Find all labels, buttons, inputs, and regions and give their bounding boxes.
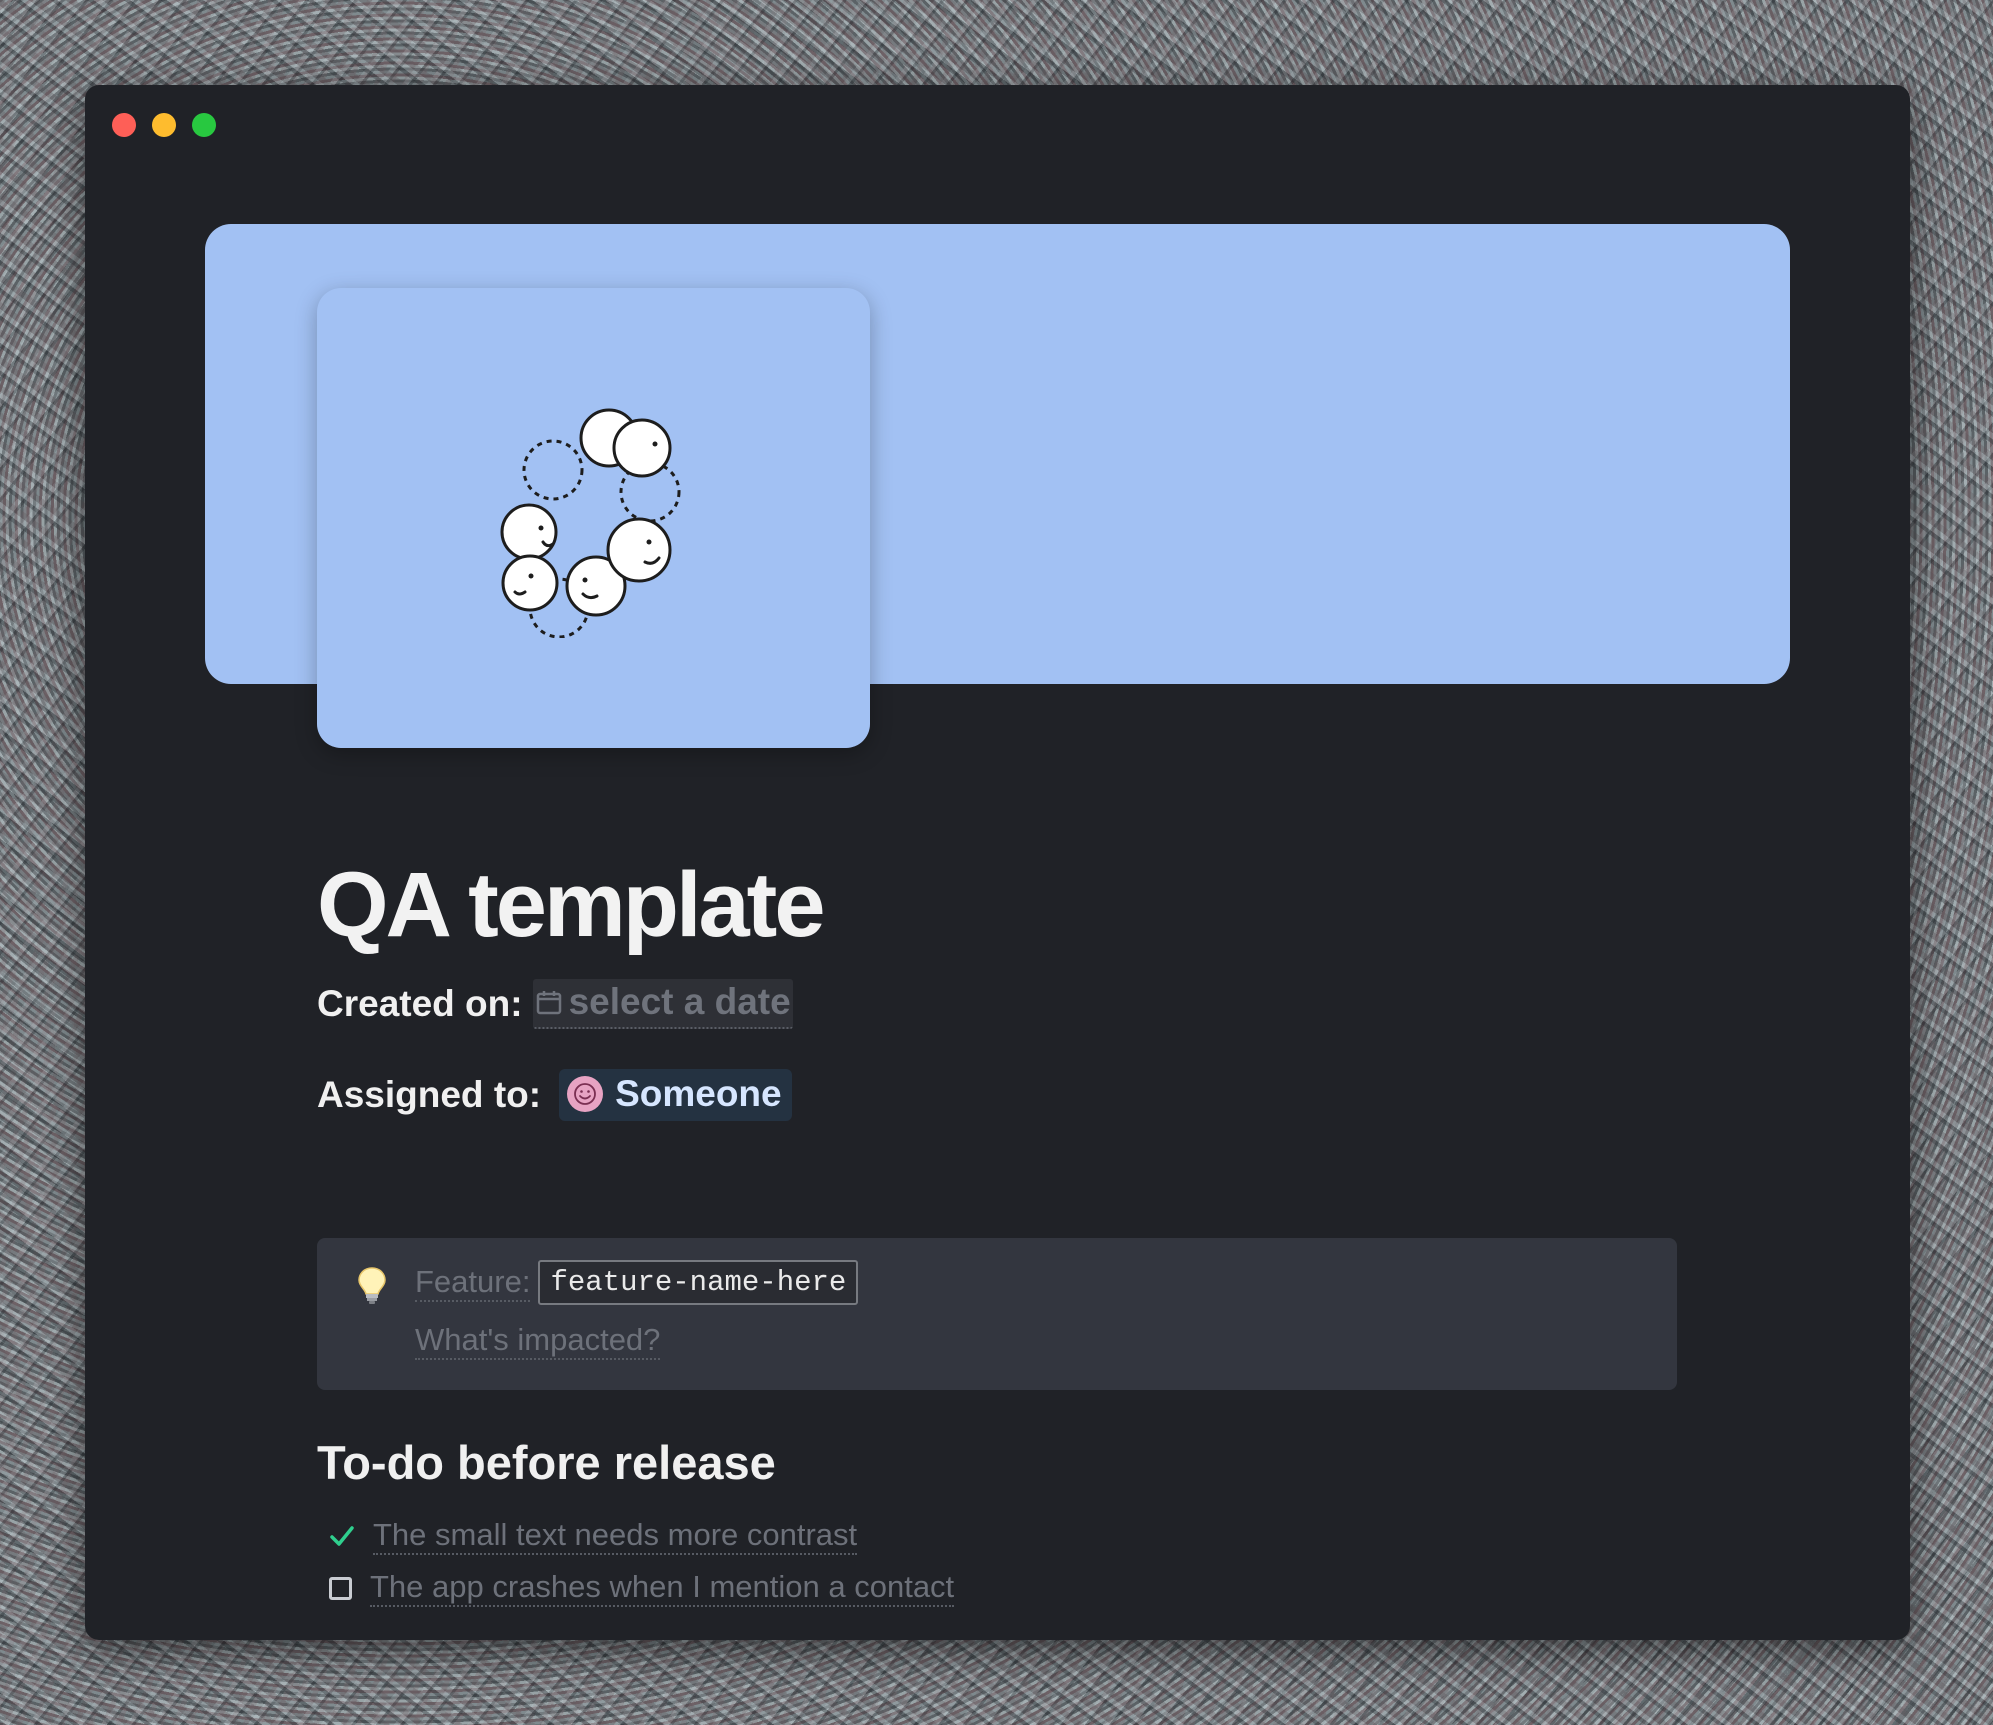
minimize-window-button[interactable]: [152, 113, 176, 137]
feature-label[interactable]: Feature:: [415, 1264, 531, 1302]
checkmark-icon[interactable]: [329, 1523, 355, 1549]
date-picker-placeholder: select a date: [568, 981, 791, 1022]
assignee-mention[interactable]: Someone: [559, 1069, 792, 1121]
app-window: QA template Created on: select a date As…: [85, 85, 1910, 1640]
created-on-label: Created on:: [317, 983, 523, 1024]
todo-item: The small text needs more contrast: [329, 1517, 858, 1555]
page-icon[interactable]: [317, 288, 870, 748]
page-title[interactable]: QA template: [317, 845, 1682, 965]
impacted-placeholder[interactable]: What's impacted?: [415, 1322, 661, 1360]
feature-name-code[interactable]: feature-name-here: [538, 1260, 859, 1305]
assignee-name: Someone: [615, 1073, 782, 1114]
assigned-to-label: Assigned to:: [317, 1074, 542, 1115]
date-picker[interactable]: select a date: [532, 979, 793, 1029]
close-window-button[interactable]: [112, 113, 136, 137]
todo-item-text[interactable]: The small text needs more contrast: [373, 1517, 858, 1555]
feature-line: Feature: feature-name-here: [415, 1260, 859, 1305]
todo-item-text[interactable]: The app crashes when I mention a contact: [370, 1569, 955, 1607]
todo-section-heading[interactable]: To-do before release: [317, 1435, 776, 1490]
created-on-property: Created on: select a date: [317, 979, 1682, 1029]
people-circle-illustration-icon: [500, 408, 681, 638]
feature-callout: Feature: feature-name-here What's impact…: [317, 1238, 1677, 1390]
todo-item: The app crashes when I mention a contact: [329, 1569, 955, 1607]
lightbulb-icon: [358, 1267, 386, 1304]
zoom-window-button[interactable]: [192, 113, 216, 137]
checkbox[interactable]: [329, 1576, 352, 1600]
window-controls: [112, 113, 216, 137]
page-content: QA template Created on: select a date As…: [317, 845, 1682, 1607]
assigned-to-property: Assigned to: Someone: [317, 1069, 1682, 1121]
smiley-avatar-icon: [567, 1076, 604, 1112]
calendar-icon: [536, 991, 561, 1015]
